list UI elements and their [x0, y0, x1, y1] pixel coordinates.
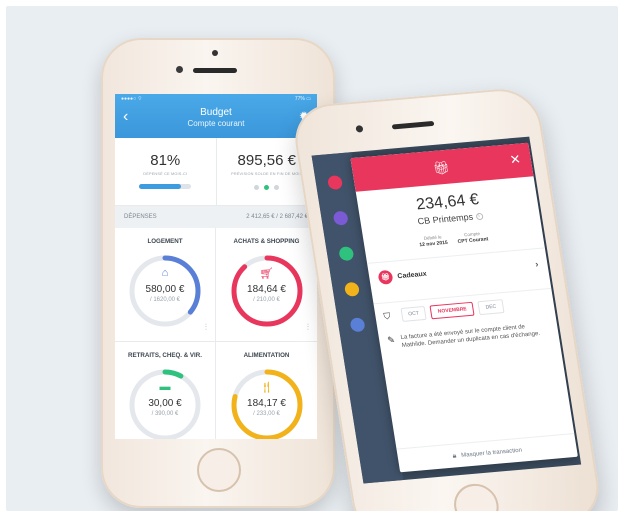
category-budget: / 390,00 € — [151, 411, 179, 417]
category-amount: 30,00 € — [148, 398, 182, 409]
front-camera — [212, 50, 218, 56]
carrier-signal: ●●●●○ ⌔ — [121, 96, 143, 102]
depenses-header: DÉPENSES 2 412,65 € / 2 687,42 € — [115, 206, 317, 228]
spent-stat[interactable]: 81% DÉPENSÉ CE MOIS-CI — [115, 138, 216, 205]
category-budget: / 233,00 € — [253, 411, 280, 417]
food-icon: 🍴︎ — [259, 382, 274, 394]
category-budget: / 210,00 € — [253, 297, 280, 303]
category-label: Cadeaux — [396, 270, 428, 280]
front-camera — [355, 125, 364, 133]
category-card-logement[interactable]: LOGEMENT ⌂ 580,00 € / 1620,00 € ⫶ — [115, 228, 216, 342]
debit-date: 12 nov 2015 — [418, 239, 449, 249]
month-oct[interactable]: OCT — [400, 305, 427, 322]
promo-scene: ●●●●○ ⌔ 77% ▭ ‹ Budget Compte courant ✹ … — [6, 6, 618, 511]
transaction-phone: 🎁︎ ✕ 234,64 € CB Printemps i Débité le 1… — [289, 85, 605, 511]
category-card-alimentation[interactable]: ALIMENTATION 🍴︎ 184,17 € / 233,00 € — [216, 342, 317, 439]
chevron-right-icon: › — [534, 259, 540, 270]
home-button[interactable] — [450, 482, 502, 511]
gift-icon: 🎁︎ — [431, 159, 451, 176]
hide-transaction-button[interactable]: 🔒︎ Masquer la transaction — [396, 433, 578, 473]
budget-phone: ●●●●○ ⌔ 77% ▭ ‹ Budget Compte courant ✹ … — [101, 38, 335, 508]
home-button[interactable] — [197, 448, 241, 492]
page-subtitle: Compte courant — [187, 119, 245, 128]
spent-label: DÉPENSÉ CE MOIS-CI — [143, 172, 188, 176]
depenses-label: DÉPENSES — [124, 214, 157, 220]
page-title: Budget — [200, 107, 232, 118]
list-avatar — [343, 281, 361, 297]
merchant-label: CB Printemps — [416, 211, 474, 227]
spent-progress-fill — [139, 184, 182, 189]
earpiece-speaker — [193, 68, 237, 73]
pencil-icon: ✎ — [386, 334, 396, 346]
list-avatar — [332, 210, 349, 226]
budget-screen: ●●●●○ ⌔ 77% ▭ ‹ Budget Compte courant ✹ … — [115, 94, 317, 439]
transaction-screen: 🎁︎ ✕ 234,64 € CB Printemps i Débité le 1… — [311, 136, 582, 484]
home-icon: ⌂ — [161, 267, 169, 279]
month-novembre[interactable]: NOVEMBRE — [429, 301, 475, 320]
month-dec[interactable]: DEC — [477, 299, 505, 316]
spent-percent: 81% — [150, 152, 181, 169]
hide-transaction-label: Masquer la transaction — [460, 447, 523, 459]
account-value: CPT Courant — [457, 236, 489, 245]
spent-progress-bar — [139, 184, 192, 189]
lock-icon: 🔒︎ — [451, 451, 457, 460]
account-info: Compte CPT Courant — [456, 230, 488, 245]
list-avatar — [349, 317, 366, 333]
adjust-icon[interactable]: ⫶ — [307, 322, 309, 333]
page-dot — [274, 185, 280, 190]
modal-header: 🎁︎ ✕ — [350, 142, 534, 192]
category-card-retraits[interactable]: RETRAITS, CHEQ. & VIR. ▬ 30,00 € / 390,0… — [115, 342, 216, 439]
info-icon[interactable]: i — [475, 212, 484, 221]
status-bar: ●●●●○ ⌔ 77% ▭ — [115, 94, 317, 104]
card-icon: ▬ — [159, 381, 171, 393]
cart-icon: 🛒︎ — [259, 268, 274, 280]
category-grid: LOGEMENT ⌂ 580,00 € / 1620,00 € ⫶ ACHATS… — [115, 228, 317, 439]
bookmark-icon: ⛉ — [382, 310, 392, 321]
depenses-total: 2 412,65 € / 2 687,42 € — [246, 214, 308, 220]
proximity-sensor — [176, 66, 183, 73]
page-dot-active — [264, 185, 270, 190]
category-card-achats[interactable]: ACHATS & SHOPPING 🛒︎ 184,64 € / 210,00 €… — [216, 228, 317, 342]
category-amount: 580,00 € — [145, 284, 185, 295]
category-title: ACHATS & SHOPPING — [233, 238, 300, 245]
category-amount: 184,17 € — [247, 398, 286, 409]
adjust-icon[interactable]: ⫶ — [205, 322, 207, 333]
stats-row: 81% DÉPENSÉ CE MOIS-CI 895,56 € PRÉVISIO… — [115, 138, 317, 206]
debit-info: Débité le 12 nov 2015 — [418, 234, 448, 248]
transaction-note: La facture a été envoyé sur le compte cl… — [400, 324, 541, 349]
list-avatar — [338, 246, 355, 262]
battery-indicator: 77% ▭ — [294, 96, 311, 102]
category-title: RETRAITS, CHEQ. & VIR. — [128, 352, 202, 359]
category-selector[interactable]: 🎁︎ Cadeaux › — [367, 248, 549, 293]
earpiece-speaker — [391, 120, 435, 130]
close-icon[interactable]: ✕ — [509, 151, 522, 168]
page-dot — [254, 185, 260, 190]
category-title: ALIMENTATION — [243, 352, 290, 359]
category-amount: 184,64 € — [247, 284, 286, 295]
gift-icon: 🎁︎ — [377, 269, 394, 285]
nav-bar: ●●●●○ ⌔ 77% ▭ ‹ Budget Compte courant ✹ — [115, 94, 317, 138]
category-budget: / 1620,00 € — [149, 297, 181, 303]
list-avatar — [326, 175, 344, 191]
category-title: LOGEMENT — [147, 238, 183, 245]
